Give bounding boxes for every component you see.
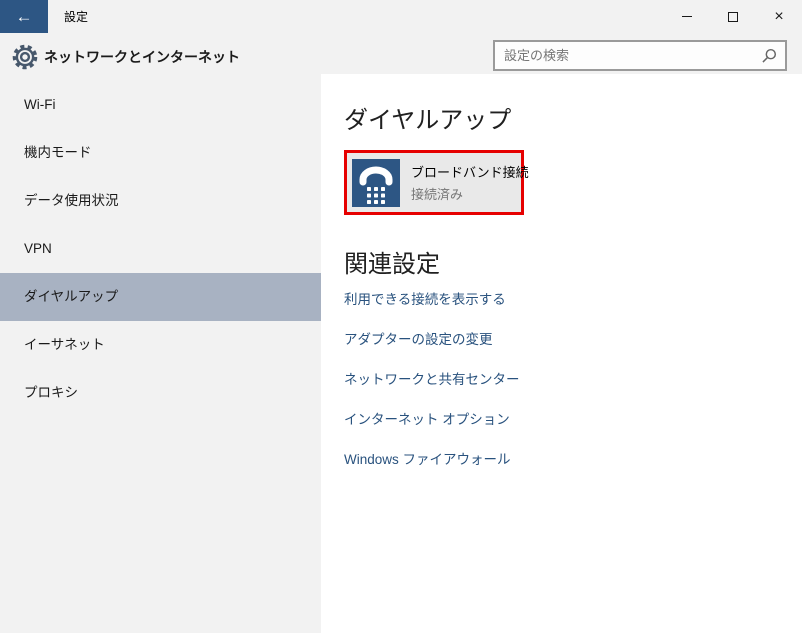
sidebar-item-dialup[interactable]: ダイヤルアップ: [0, 273, 321, 321]
section-title-related: 関連設定: [344, 251, 440, 278]
broadband-connection-tile[interactable]: ブロードバンド接続 接続済み: [344, 150, 529, 215]
section-title-dialup: ダイヤルアップ: [344, 107, 512, 134]
settings-window: ← 設定 × ネットワークとインターネット 設定の検索 Wi-Fi 機内モード …: [0, 0, 802, 633]
search-box: [493, 40, 787, 71]
sidebar-item-airplane-mode[interactable]: 機内モード: [0, 129, 321, 177]
maximize-icon: [728, 11, 738, 22]
search-icon[interactable]: [760, 47, 778, 65]
sidebar: Wi-Fi 機内モード データ使用状況 VPN ダイヤルアップ イーサネット プ…: [0, 74, 321, 633]
dialup-phone-icon: [352, 158, 400, 207]
close-button[interactable]: ×: [756, 0, 802, 33]
sidebar-item-vpn[interactable]: VPN: [0, 225, 321, 273]
window-controls: ×: [664, 0, 802, 33]
back-button[interactable]: ←: [0, 0, 48, 33]
minimize-icon: [682, 16, 692, 17]
link-change-adapter-settings[interactable]: アダプターの設定の変更: [344, 320, 520, 360]
header: ← 設定 × ネットワークとインターネット: [0, 0, 802, 74]
close-icon: ×: [774, 7, 784, 25]
app-title: 設定: [64, 10, 89, 24]
sidebar-item-wifi[interactable]: Wi-Fi: [0, 81, 321, 129]
minimize-button[interactable]: [664, 0, 710, 33]
connection-info: ブロードバンド接続 接続済み: [411, 162, 529, 203]
link-windows-firewall[interactable]: Windows ファイアウォール: [344, 440, 520, 480]
link-show-available-connections[interactable]: 利用できる接続を表示する: [344, 280, 520, 320]
connection-name: ブロードバンド接続: [411, 165, 529, 180]
sidebar-item-data-usage[interactable]: データ使用状況: [0, 177, 321, 225]
page-title: ネットワークとインターネット: [44, 49, 240, 65]
related-links: 利用できる接続を表示する アダプターの設定の変更 ネットワークと共有センター イ…: [344, 280, 520, 480]
link-internet-options[interactable]: インターネット オプション: [344, 400, 520, 440]
back-arrow-icon: ←: [15, 6, 33, 26]
main-content: ダイヤルアップ ブロードバンド接続 接続済み 関連設定 利用できる接続を表示する…: [321, 74, 802, 633]
sidebar-item-proxy[interactable]: プロキシ: [0, 369, 321, 417]
gear-icon: [12, 44, 38, 70]
search-input[interactable]: [495, 42, 760, 69]
link-network-sharing-center[interactable]: ネットワークと共有センター: [344, 360, 520, 400]
sidebar-item-ethernet[interactable]: イーサネット: [0, 321, 321, 369]
maximize-button[interactable]: [710, 0, 756, 33]
connection-status: 接続済み: [411, 187, 464, 202]
